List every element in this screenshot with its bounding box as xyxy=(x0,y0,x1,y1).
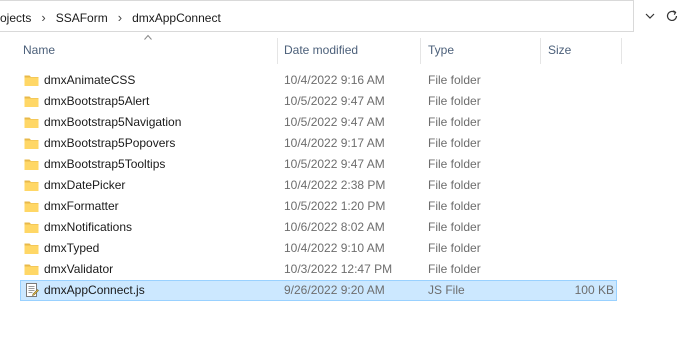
file-name: dmxAppConnect.js xyxy=(44,283,145,297)
column-header-date[interactable]: Date modified xyxy=(278,38,420,64)
column-divider[interactable] xyxy=(621,38,622,64)
chevron-down-icon[interactable] xyxy=(643,9,657,23)
file-row[interactable]: dmxBootstrap5Navigation 10/5/2022 9:47 AM… xyxy=(20,112,617,133)
column-header-type[interactable]: Type xyxy=(421,38,540,64)
address-bar[interactable]: ojects › SSAForm › dmxAppConnect xyxy=(0,0,634,32)
file-type: File folder xyxy=(428,220,481,234)
file-name: dmxBootstrap5Popovers xyxy=(44,136,176,150)
column-header-label: Type xyxy=(428,43,455,57)
file-list: Name Date modified Type Size dmxAnimateC… xyxy=(0,34,682,338)
file-type: File folder xyxy=(428,136,481,150)
file-name: dmxNotifications xyxy=(44,220,133,234)
folder-icon xyxy=(24,115,39,129)
file-name: dmxDatePicker xyxy=(44,178,126,192)
folder-icon xyxy=(24,136,39,150)
file-row[interactable]: dmxNotifications 10/6/2022 8:02 AM File fo… xyxy=(20,217,617,238)
file-type: File folder xyxy=(428,94,481,108)
file-name: dmxBootstrap5Tooltips xyxy=(44,157,166,171)
breadcrumb-separator[interactable]: › xyxy=(41,10,45,25)
folder-icon xyxy=(24,199,39,213)
folder-icon xyxy=(24,241,39,255)
breadcrumb-dmxappconnect[interactable]: dmxAppConnect xyxy=(132,11,221,25)
file-date-modified: 10/4/2022 9:10 AM xyxy=(284,241,385,255)
folder-icon xyxy=(24,73,39,87)
file-row[interactable]: dmxValidator 10/3/2022 12:47 PM File folde… xyxy=(20,259,617,280)
file-row[interactable]: dmxBootstrap5Popovers 10/4/2022 9:17 AM Fi… xyxy=(20,133,617,154)
file-row[interactable]: dmxFormatter 10/5/2022 1:20 PM File folder xyxy=(20,196,617,217)
file-name: dmxAnimateCSS xyxy=(44,73,136,87)
file-row[interactable]: dmxAnimateCSS 10/4/2022 9:16 AM File folde… xyxy=(20,70,617,91)
file-row[interactable]: dmxAppConnect.js 9/26/2022 9:20 AM JS File… xyxy=(20,280,617,301)
breadcrumb-ssaform[interactable]: SSAForm xyxy=(56,11,108,25)
file-type: File folder xyxy=(428,178,481,192)
column-header-label: Date modified xyxy=(284,43,359,57)
breadcrumb: ojects › SSAForm › dmxAppConnect xyxy=(0,10,221,25)
file-name: dmxValidator xyxy=(44,262,114,276)
js-file-icon xyxy=(24,283,39,297)
file-date-modified: 10/5/2022 9:47 AM xyxy=(284,115,385,129)
folder-icon xyxy=(24,178,39,192)
folder-icon xyxy=(24,94,39,108)
breadcrumb-separator[interactable]: › xyxy=(118,10,122,25)
file-date-modified: 10/6/2022 8:02 AM xyxy=(284,220,385,234)
file-row[interactable]: dmxBootstrap5Tooltips 10/5/2022 9:47 AM Fi… xyxy=(20,154,617,175)
file-date-modified: 10/5/2022 9:47 AM xyxy=(284,94,385,108)
file-size: 100 KB xyxy=(574,283,614,297)
file-date-modified: 9/26/2022 9:20 AM xyxy=(284,283,385,297)
file-name: dmxBootstrap5Navigation xyxy=(44,115,182,129)
column-header-label: Name xyxy=(23,43,56,57)
file-date-modified: 10/4/2022 9:17 AM xyxy=(284,136,385,150)
file-type: File folder xyxy=(428,262,481,276)
file-type: File folder xyxy=(428,157,481,171)
file-name: dmxTyped xyxy=(44,241,100,255)
folder-icon xyxy=(24,262,39,276)
column-header-size[interactable]: Size xyxy=(541,38,621,64)
file-date-modified: 10/3/2022 12:47 PM xyxy=(284,262,393,276)
column-header-name[interactable]: Name xyxy=(19,38,277,64)
file-row[interactable]: dmxTyped 10/4/2022 9:10 AM File folder xyxy=(20,238,617,259)
file-type: JS File xyxy=(428,283,465,297)
file-type: File folder xyxy=(428,115,481,129)
refresh-icon[interactable] xyxy=(664,8,680,24)
file-type: File folder xyxy=(428,73,481,87)
file-type: File folder xyxy=(428,241,481,255)
breadcrumb-projects[interactable]: ojects xyxy=(0,11,31,25)
file-row[interactable]: dmxBootstrap5Alert 10/5/2022 9:47 AM File … xyxy=(20,91,617,112)
file-date-modified: 10/4/2022 2:38 PM xyxy=(284,178,386,192)
file-row[interactable]: dmxDatePicker 10/4/2022 2:38 PM File folde… xyxy=(20,175,617,196)
file-type: File folder xyxy=(428,199,481,213)
file-name: dmxBootstrap5Alert xyxy=(44,94,150,108)
file-date-modified: 10/4/2022 9:16 AM xyxy=(284,73,385,87)
file-date-modified: 10/5/2022 9:47 AM xyxy=(284,157,385,171)
file-date-modified: 10/5/2022 1:20 PM xyxy=(284,199,386,213)
folder-icon xyxy=(24,220,39,234)
folder-icon xyxy=(24,157,39,171)
column-header-label: Size xyxy=(548,43,572,57)
file-name: dmxFormatter xyxy=(44,199,119,213)
